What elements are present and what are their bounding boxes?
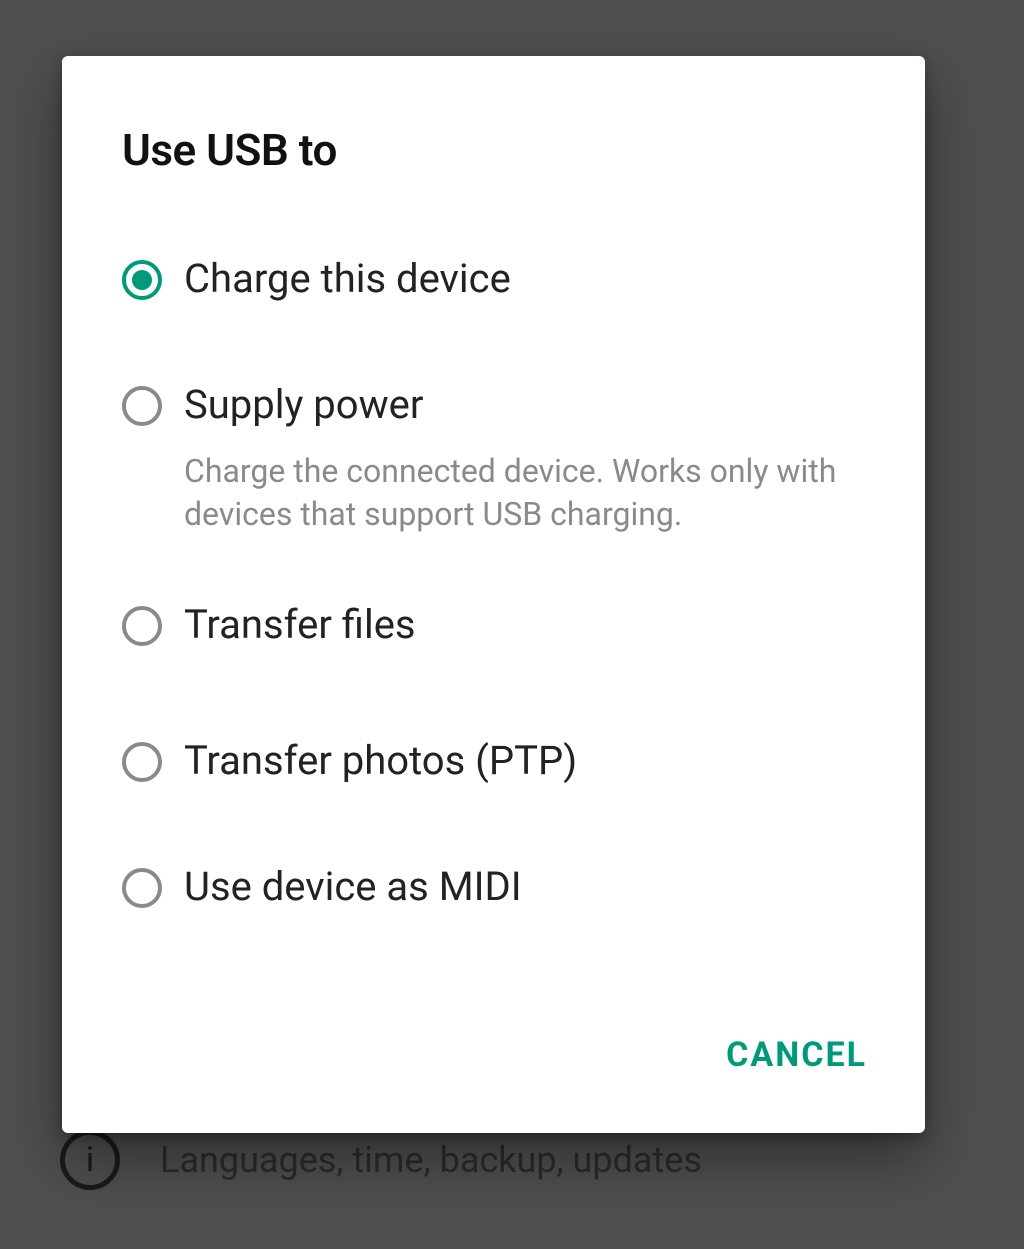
option-label: Charge this device — [184, 256, 865, 302]
radio-icon — [122, 260, 162, 300]
option-description: Charge the connected device. Works only … — [184, 450, 865, 536]
option-label: Use device as MIDI — [184, 864, 865, 910]
dialog-actions: CANCEL — [62, 1017, 925, 1133]
radio-icon — [122, 742, 162, 782]
usb-options-dialog: Use USB to Charge this device Supply pow… — [62, 56, 925, 1133]
option-use-as-midi[interactable]: Use device as MIDI — [62, 824, 925, 950]
option-supply-power[interactable]: Supply power Charge the connected device… — [62, 342, 925, 576]
radio-icon — [122, 868, 162, 908]
option-label: Transfer photos (PTP) — [184, 738, 865, 784]
radio-icon — [122, 606, 162, 646]
cancel-button[interactable]: CANCEL — [712, 1017, 881, 1093]
option-charge-this-device[interactable]: Charge this device — [62, 216, 925, 342]
radio-icon — [122, 386, 162, 426]
option-label: Supply power — [184, 382, 865, 428]
option-transfer-files[interactable]: Transfer files — [62, 576, 925, 698]
option-label: Transfer files — [184, 602, 865, 648]
dialog-title: Use USB to — [62, 56, 925, 216]
option-transfer-photos[interactable]: Transfer photos (PTP) — [62, 698, 925, 824]
options-list: Charge this device Supply power Charge t… — [62, 216, 925, 1017]
